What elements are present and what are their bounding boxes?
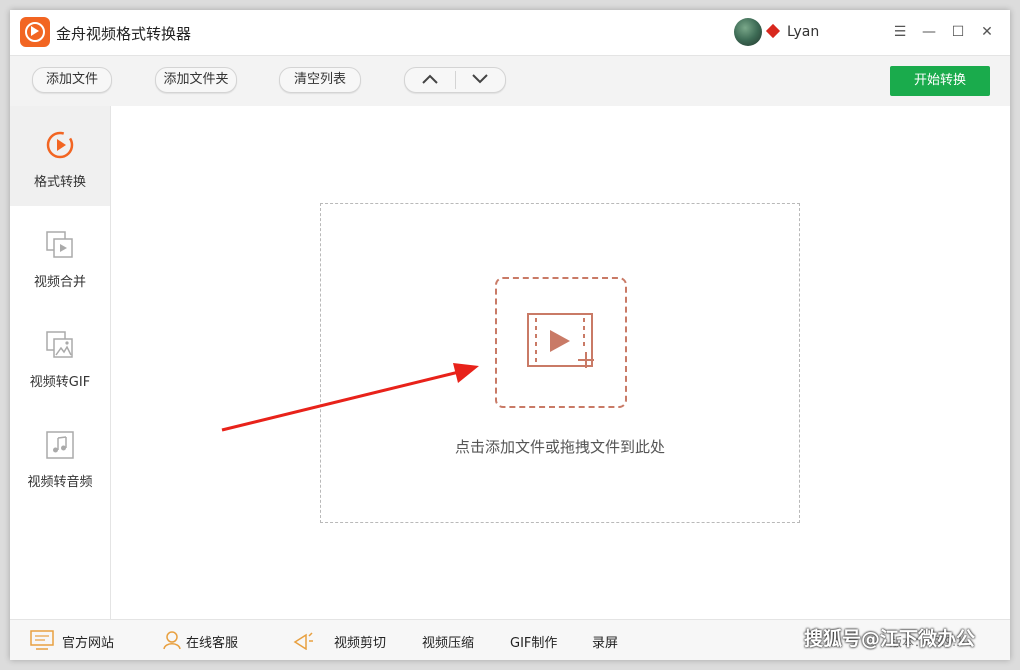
app-window: 金舟视频格式转换器 Lyan ☰ — ☐ ✕ 添加文件 添加文件夹 清空列表 开… (10, 10, 1010, 660)
user-name[interactable]: Lyan (787, 24, 819, 40)
sidebar: 格式转换 视频合并 视频转GIF 视频转音频 (10, 106, 111, 619)
watermark-text: 搜狐号@江下微办公 (804, 628, 976, 650)
chevron-up-icon (422, 74, 438, 84)
sidebar-item-label: 格式转换 (33, 175, 86, 190)
app-logo-icon (20, 17, 50, 47)
sidebar-item-video-to-gif[interactable]: 视频转GIF (10, 306, 110, 406)
video-compress-link[interactable]: 视频压缩 (422, 632, 474, 651)
video-to-audio-icon (46, 431, 74, 459)
official-website-link[interactable]: 官方网站 (62, 632, 114, 651)
start-convert-button[interactable]: 开始转换 (890, 66, 990, 96)
move-buttons-group (404, 67, 506, 93)
sidebar-item-format-convert[interactable]: 格式转换 (10, 106, 110, 206)
sidebar-item-label: 视频合并 (33, 275, 86, 290)
minimize-button[interactable]: — (920, 23, 938, 41)
megaphone-icon (293, 632, 313, 650)
avatar[interactable] (734, 18, 762, 46)
toolbar: 添加文件 添加文件夹 清空列表 开始转换 (10, 55, 1010, 107)
clear-list-button[interactable]: 清空列表 (279, 67, 361, 93)
app-title: 金舟视频格式转换器 (56, 25, 192, 43)
maximize-button[interactable]: ☐ (949, 23, 967, 41)
sidebar-item-video-to-audio[interactable]: 视频转音频 (10, 406, 110, 506)
support-person-icon (163, 631, 181, 650)
video-cut-link[interactable]: 视频剪切 (334, 632, 386, 651)
add-video-area[interactable] (495, 277, 627, 408)
online-support-link[interactable]: 在线客服 (186, 632, 238, 651)
video-to-gif-icon (46, 331, 73, 358)
add-video-icon (527, 313, 594, 368)
sidebar-item-label: 视频转音频 (27, 475, 93, 490)
title-bar: 金舟视频格式转换器 Lyan ☰ — ☐ ✕ (10, 10, 1010, 55)
file-drop-zone[interactable]: 点击添加文件或拖拽文件到此处 (320, 203, 800, 523)
monitor-icon (30, 630, 54, 650)
screen-record-link[interactable]: 录屏 (592, 632, 618, 651)
vip-badge-icon (765, 23, 781, 39)
main-content: 点击添加文件或拖拽文件到此处 (111, 106, 1010, 619)
chevron-down-icon (472, 74, 488, 84)
move-down-button[interactable] (455, 68, 505, 92)
close-button[interactable]: ✕ (978, 23, 996, 41)
menu-icon[interactable]: ☰ (891, 23, 909, 41)
gif-make-link[interactable]: GIF制作 (510, 632, 557, 651)
drop-hint-text: 点击添加文件或拖拽文件到此处 (454, 438, 665, 456)
video-merge-icon (46, 231, 73, 258)
sidebar-item-label: 视频转GIF (29, 375, 91, 390)
add-file-button[interactable]: 添加文件 (32, 67, 112, 93)
format-convert-icon (46, 131, 74, 159)
move-up-button[interactable] (405, 68, 455, 92)
add-folder-button[interactable]: 添加文件夹 (155, 67, 237, 93)
sidebar-item-video-merge[interactable]: 视频合并 (10, 206, 110, 306)
